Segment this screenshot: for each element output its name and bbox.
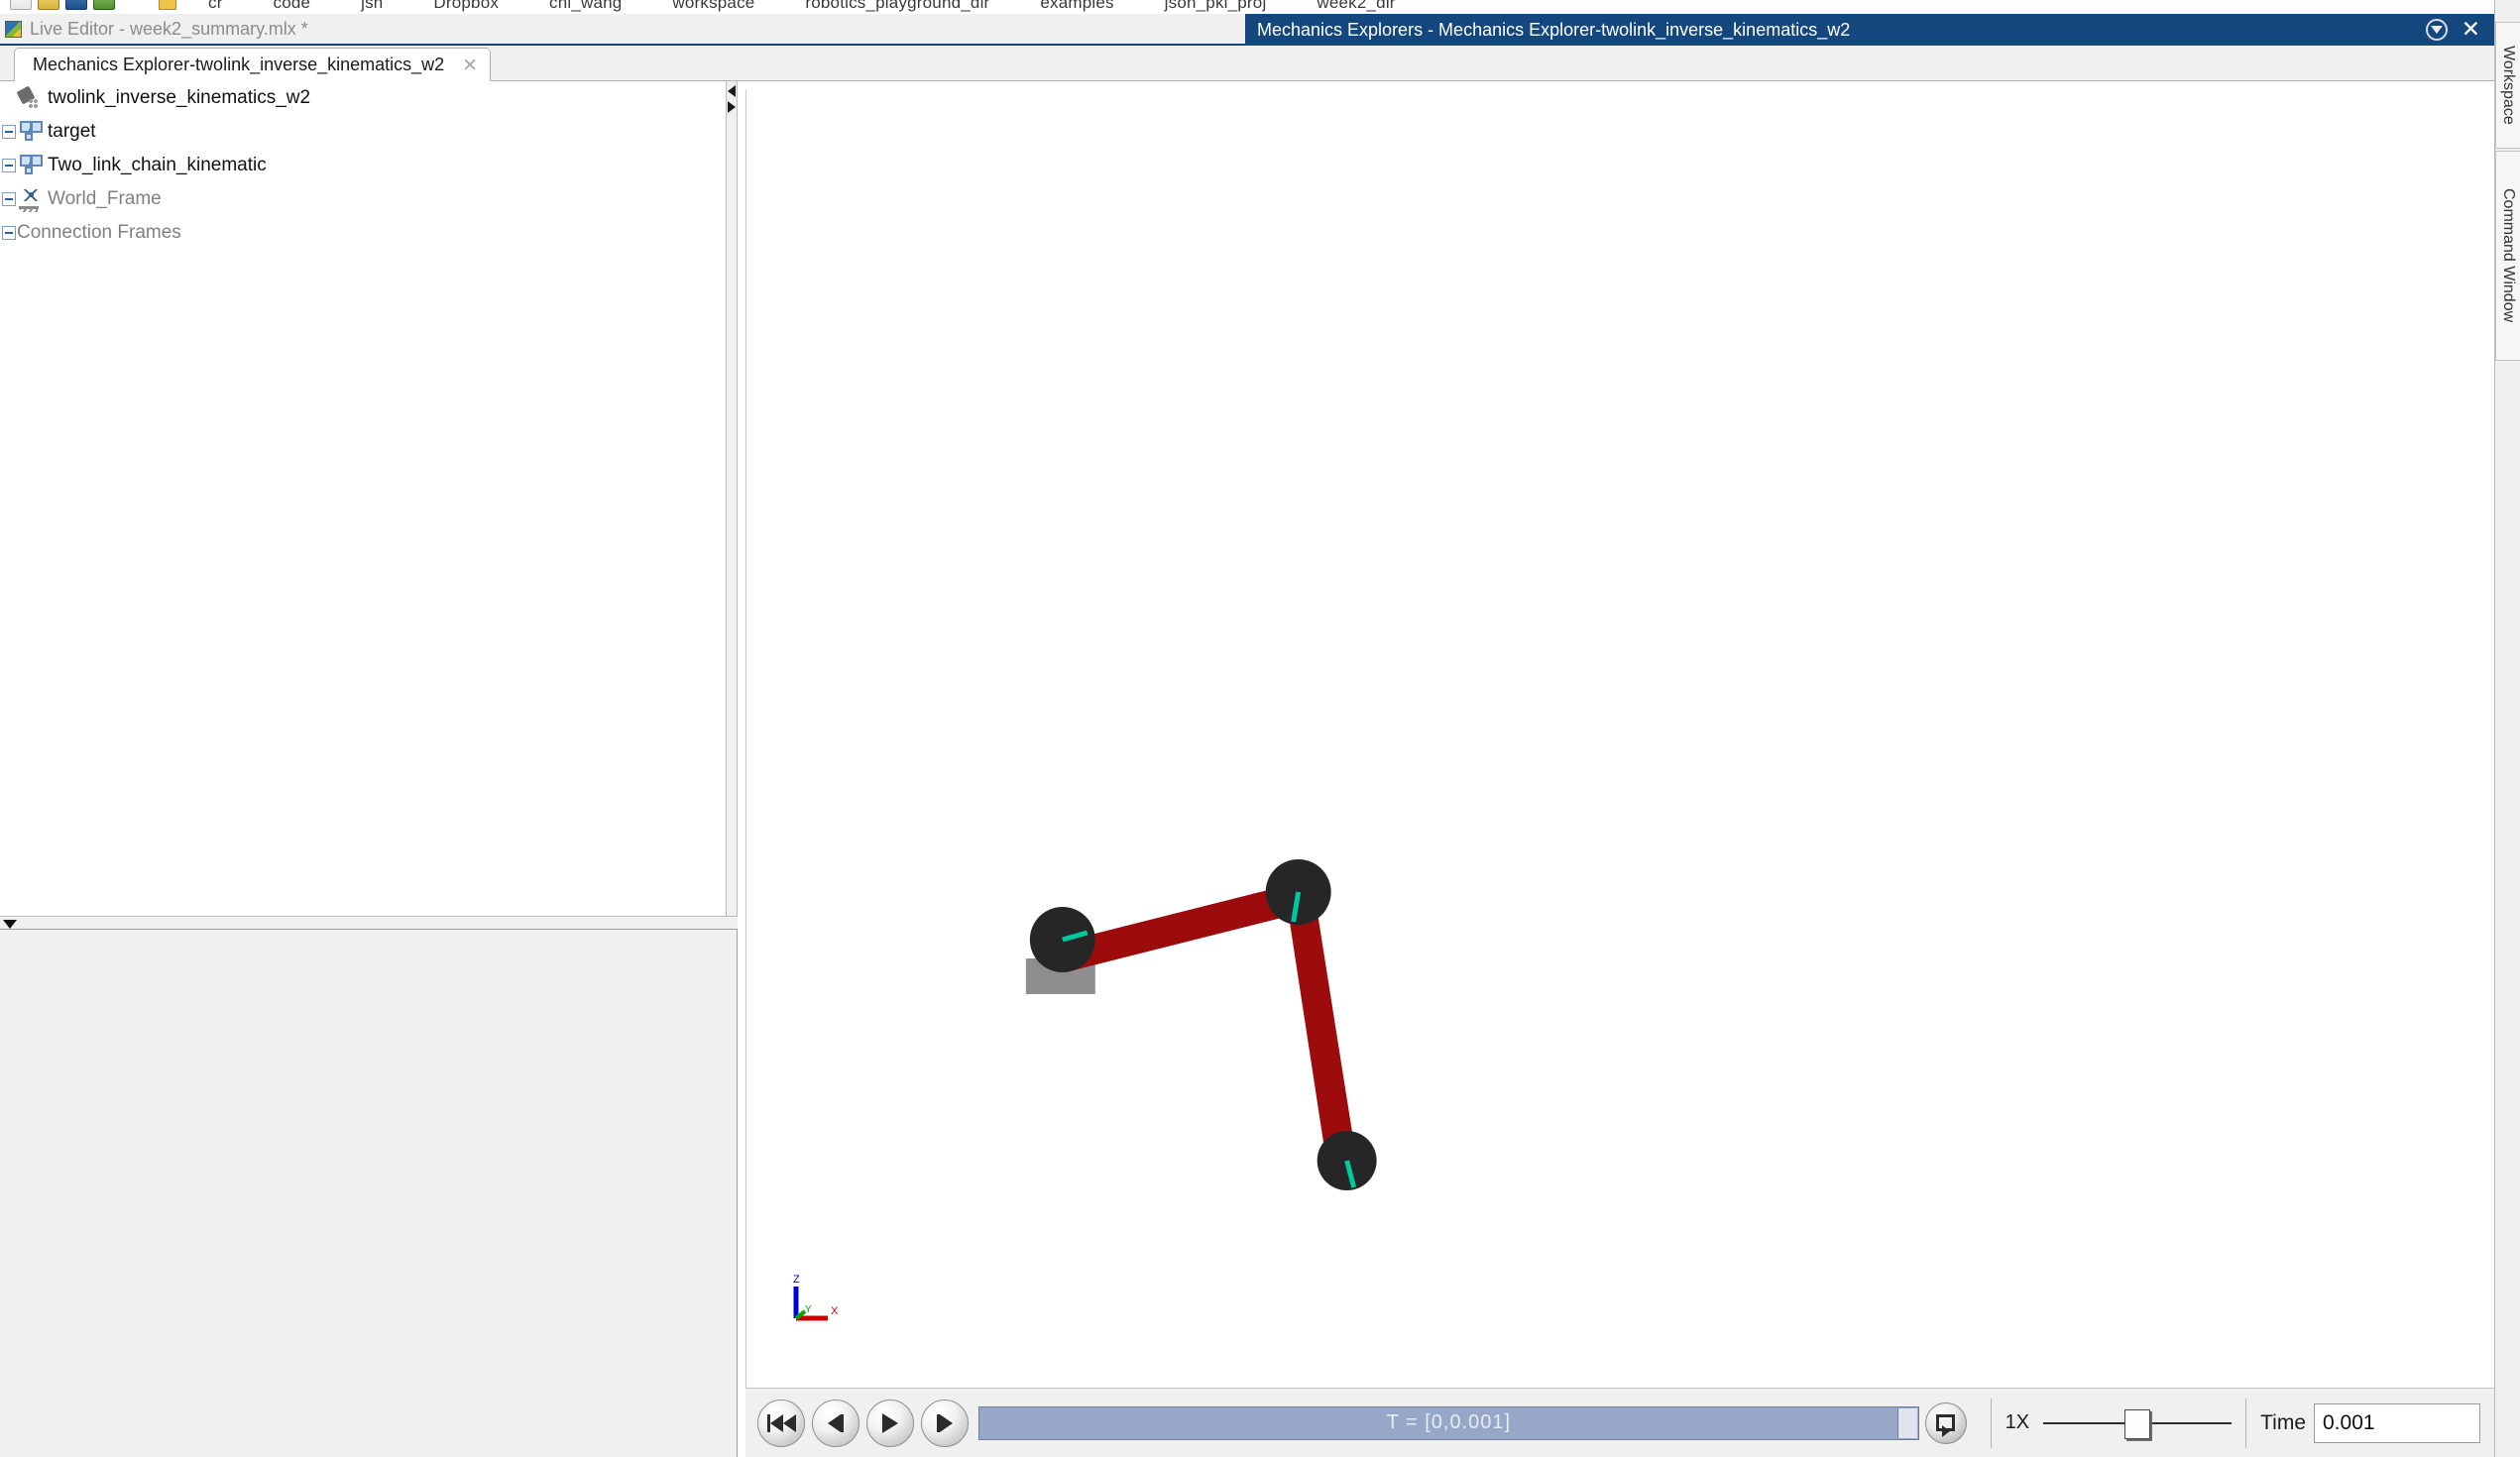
expander-icon[interactable] [2, 226, 16, 240]
animation-progress-slider[interactable]: T = [0,0.001] [978, 1405, 1919, 1440]
divider [1990, 1398, 1992, 1448]
chevron-down-circle-icon[interactable] [2425, 19, 2448, 41]
playback-speed-label: 1X [2005, 1411, 2030, 1433]
step-back-icon [828, 1413, 844, 1432]
playback-speed-slider[interactable] [2043, 1403, 2233, 1443]
close-icon[interactable]: ✕ [2462, 19, 2480, 42]
triad-axis-label-y: Y [805, 1304, 812, 1315]
tree-item-label: twolink_inverse_kinematics_w2 [48, 87, 311, 108]
document-tab-row: Mechanics Explorer-twolink_inverse_kinem… [0, 46, 2494, 81]
tree-item-label: Connection Frames [17, 222, 181, 243]
vertical-tab-command-window[interactable]: Command Window [2495, 151, 2520, 361]
breadcrumb-6[interactable]: robotics_playground_dir [805, 0, 989, 12]
expander-icon[interactable] [2, 192, 16, 206]
right-dock-strip: Workspace Command Window [2494, 0, 2520, 1457]
vertical-tab-command-window-label: Command Window [2500, 188, 2517, 323]
skip-back-icon [766, 1413, 796, 1432]
tree-item-connection-frames[interactable]: Connection Frames [0, 216, 737, 250]
breadcrumb-9[interactable]: week2_dir [1317, 0, 1395, 12]
subsystem-icon [17, 120, 43, 144]
step-back-button[interactable] [812, 1399, 859, 1447]
progress-slider-handle[interactable] [1896, 1407, 1917, 1438]
property-inspector-pane [0, 930, 738, 1457]
chevron-down-glyph [2430, 26, 2443, 34]
path-breadcrumbs[interactable]: cr code jsn Dropbox chi_wang workspace r… [208, 0, 1441, 13]
link-2 [1284, 888, 1358, 1173]
mechanics-explorers-titlebar[interactable]: Mechanics Explorers - Mechanics Explorer… [1245, 14, 2494, 46]
coordinate-triad: Z X Y [793, 1274, 839, 1321]
triad-axis-label-x: X [831, 1305, 839, 1317]
path-folder-icon [159, 0, 176, 10]
tree-item-world-frame[interactable]: World_Frame [0, 182, 737, 216]
play-icon [882, 1412, 898, 1433]
assembly-icon [17, 86, 43, 110]
breadcrumb-8[interactable]: json_pkl_proj [1165, 0, 1267, 12]
window-controls: ✕ [2425, 19, 2480, 42]
expand-right-arrow-icon[interactable] [728, 101, 736, 113]
tree-item-label: target [48, 121, 96, 142]
loop-icon [1936, 1414, 1956, 1437]
play-button[interactable] [866, 1399, 914, 1447]
open-folder-icon[interactable] [38, 0, 59, 10]
joint-shoulder [1029, 907, 1095, 972]
link-1 [1059, 885, 1294, 972]
time-input[interactable]: 0.001 [2314, 1402, 2480, 1443]
step-forward-icon [937, 1413, 953, 1432]
robot-arm-scene [1025, 859, 1377, 1190]
vertical-tab-workspace[interactable]: Workspace [2495, 22, 2520, 149]
rewind-to-start-button[interactable] [757, 1399, 805, 1447]
toolstrip-icons [10, 0, 115, 10]
mechanics-explorers-title: Mechanics Explorers - Mechanics Explorer… [1257, 19, 1851, 40]
vertical-tab-workspace-label: Workspace [2500, 46, 2517, 125]
divider [2245, 1398, 2247, 1448]
step-forward-button[interactable] [921, 1399, 969, 1447]
progress-range-label: T = [0,0.001] [1386, 1411, 1512, 1433]
subsystem-icon [17, 154, 43, 177]
world-frame-icon [17, 187, 43, 212]
live-editor-icon [5, 20, 22, 38]
tree-item-label: Two_link_chain_kinematic [48, 155, 267, 175]
mechanics-3d-viewport[interactable]: Z X Y [745, 89, 2494, 1388]
tree-item-target[interactable]: target [0, 115, 737, 149]
breadcrumb-7[interactable]: examples [1040, 0, 1113, 12]
close-icon[interactable]: ✕ [462, 56, 478, 74]
tree-item-label: World_Frame [48, 188, 162, 209]
tree-item-two-link-chain-kinematic[interactable]: Two_link_chain_kinematic [0, 149, 737, 182]
tree-item-twolink-inverse-kinematics-w2[interactable]: twolink_inverse_kinematics_w2 [0, 81, 737, 115]
animation-playback-bar: T = [0,0.001] 1X Time 0.001 [745, 1388, 2494, 1457]
new-script-icon[interactable] [10, 0, 32, 10]
save-icon[interactable] [65, 0, 87, 10]
expander-icon[interactable] [2, 125, 16, 139]
breadcrumb-1[interactable]: code [274, 0, 311, 12]
breadcrumb-5[interactable]: workspace [672, 0, 754, 12]
tab-mechanics-explorer-label: Mechanics Explorer-twolink_inverse_kinem… [33, 55, 445, 74]
live-editor-titlebar[interactable]: Live Editor - week2_summary.mlx * [0, 14, 1245, 46]
expander-icon[interactable] [2, 159, 16, 172]
breadcrumb-4[interactable]: chi_wang [549, 0, 622, 12]
collapse-down-arrow-icon[interactable] [3, 920, 17, 929]
model-tree-panel[interactable]: twolink_inverse_kinematics_w2 target Two… [0, 81, 738, 919]
collapse-left-arrow-icon[interactable] [728, 85, 736, 97]
speed-slider-thumb[interactable] [2124, 1408, 2151, 1439]
breadcrumb-3[interactable]: Dropbox [433, 0, 499, 12]
time-label: Time [2260, 1410, 2306, 1434]
loop-toggle-button[interactable] [1924, 1401, 1967, 1444]
breadcrumb-2[interactable]: jsn [361, 0, 383, 12]
tree-panel-vertical-splitter[interactable] [726, 81, 738, 919]
triad-axis-label-z: Z [793, 1274, 800, 1286]
breadcrumb-0[interactable]: cr [208, 0, 223, 12]
run-icon[interactable] [93, 0, 115, 10]
tab-mechanics-explorer[interactable]: Mechanics Explorer-twolink_inverse_kinem… [14, 48, 492, 81]
tree-panel-horizontal-splitter[interactable] [0, 916, 738, 930]
live-editor-title: Live Editor - week2_summary.mlx * [30, 18, 308, 39]
